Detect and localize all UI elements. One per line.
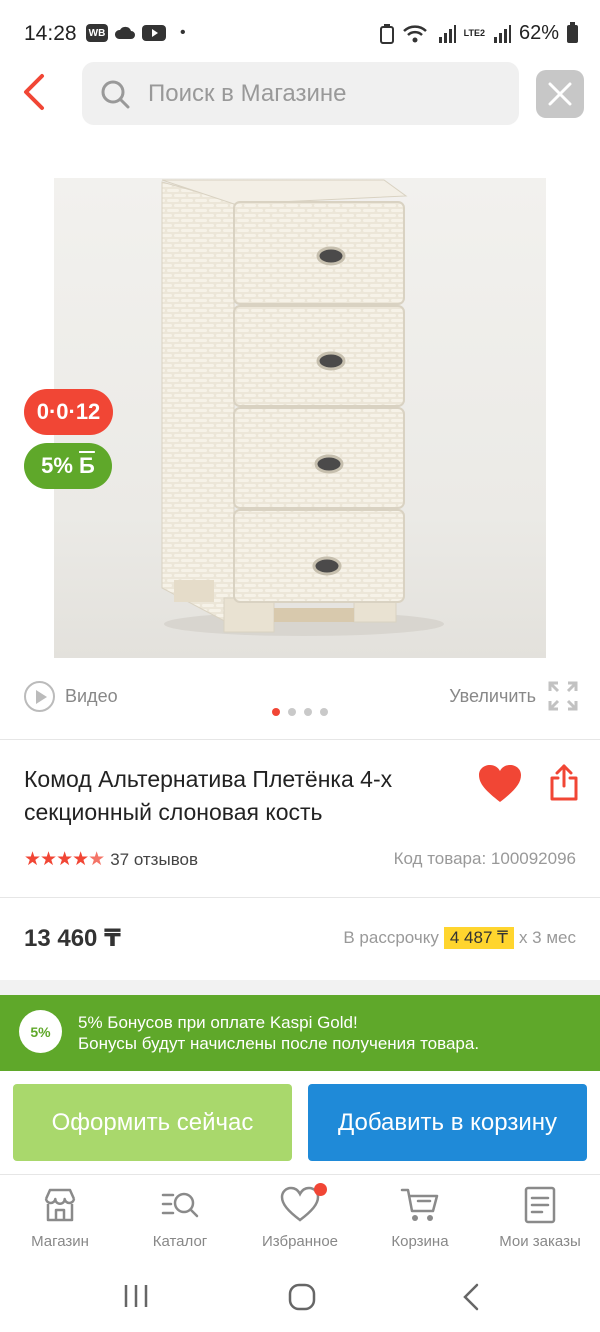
tab-label: Избранное — [261, 1233, 339, 1250]
tab-catalog[interactable]: Каталог — [120, 1175, 240, 1266]
catalog-search-icon — [161, 1192, 199, 1218]
reviews-link[interactable]: 37 отзывов — [110, 850, 198, 870]
bonus-banner[interactable]: 5% 5% Бонусов при оплате Kaspi Gold! Бон… — [0, 995, 600, 1071]
cart-icon — [400, 1188, 439, 1221]
bonus-line-1: 5% Бонусов при оплате Kaspi Gold! — [78, 1013, 358, 1032]
close-button[interactable] — [536, 70, 584, 118]
play-icon — [24, 681, 55, 712]
tab-orders[interactable]: Мои заказы — [480, 1175, 600, 1266]
installment-suffix: х 3 мес — [518, 928, 576, 947]
section-separator — [0, 980, 600, 995]
expand-icon — [548, 681, 578, 711]
notification-dot: • — [180, 24, 186, 41]
bottom-tab-bar: Магазин Каталог Избранное Корзина Мои за… — [0, 1174, 600, 1266]
product-title: Комод Альтернатива Плетёнка 4-х секционн… — [24, 766, 393, 825]
installment-amount: 4 487 ₸ — [443, 927, 514, 949]
gallery-pagination — [272, 708, 328, 716]
gallery-dot[interactable] — [272, 708, 280, 716]
battery-icon — [567, 21, 578, 43]
product-image[interactable] — [54, 178, 546, 658]
product-code: Код товара: 100092096 — [393, 849, 576, 868]
video-button[interactable]: Видео — [24, 681, 118, 712]
installment-badge: 0·0·12 — [24, 389, 113, 435]
favorite-button[interactable] — [478, 764, 522, 804]
signal-icon-2 — [493, 24, 511, 43]
gallery-dot[interactable] — [320, 708, 328, 716]
system-nav-bar — [0, 1266, 600, 1332]
back-button[interactable] — [18, 72, 54, 112]
tab-shop[interactable]: Магазин — [0, 1175, 120, 1266]
status-app-icons: WB • — [86, 24, 186, 42]
gallery-dot[interactable] — [304, 708, 312, 716]
bonus-line-2: Бонусы будут начислены после получения т… — [78, 1034, 480, 1053]
tab-favorites[interactable]: Избранное — [240, 1175, 360, 1266]
tab-label: Каталог — [152, 1233, 208, 1250]
bonus-badge-percent: 5% — [41, 453, 73, 478]
signal-icon — [438, 24, 456, 43]
installment-prefix: В рассрочку — [343, 928, 439, 947]
status-bar: 14:28 WB • LTE2 62% — [0, 0, 600, 66]
chevron-left-icon — [24, 74, 44, 110]
status-right: LTE2 62% — [379, 21, 578, 45]
tab-label: Мои заказы — [499, 1233, 581, 1250]
rating: ★★★★★ 37 отзывов — [24, 848, 198, 871]
battery-saver-icon — [379, 23, 394, 44]
wb-icon: WB — [86, 24, 108, 42]
divider — [0, 897, 600, 898]
tab-label: Корзина — [391, 1233, 449, 1250]
youtube-icon — [142, 25, 166, 41]
bonus-badge: 5% Б — [24, 443, 112, 489]
search-icon — [101, 80, 130, 108]
cloud-icon — [114, 26, 135, 39]
tab-label: Магазин — [31, 1233, 89, 1250]
wifi-icon — [402, 24, 427, 42]
search-placeholder: Поиск в Магазине — [148, 79, 347, 107]
close-icon — [548, 82, 572, 106]
notification-dot — [314, 1183, 327, 1196]
search-input[interactable]: Поиск в Магазине — [82, 62, 519, 125]
star-rating-icon: ★★★★★ — [24, 849, 105, 870]
back-nav-icon[interactable] — [460, 1282, 482, 1312]
home-icon[interactable] — [287, 1282, 317, 1312]
share-button[interactable] — [549, 762, 579, 802]
bonus-percent-badge: 5% — [19, 1010, 62, 1053]
video-label: Видео — [65, 686, 118, 706]
add-to-cart-button[interactable]: Добавить в корзину — [308, 1084, 587, 1161]
orders-icon — [524, 1186, 556, 1224]
heart-icon — [479, 765, 521, 802]
buy-now-button[interactable]: Оформить сейчас — [13, 1084, 292, 1161]
status-time: 14:28 — [24, 22, 77, 45]
gallery-dot[interactable] — [288, 708, 296, 716]
installment-info[interactable]: В рассрочку 4 487 ₸ х 3 мес — [343, 927, 576, 949]
zoom-button[interactable]: Увеличить — [449, 681, 578, 711]
tab-cart[interactable]: Корзина — [360, 1175, 480, 1266]
share-icon — [550, 764, 578, 801]
product-price: 13 460 ₸ — [24, 925, 121, 952]
zoom-label: Увеличить — [449, 685, 536, 706]
divider — [0, 739, 600, 740]
bonus-badge-currency: Б — [79, 453, 95, 478]
recent-apps-icon[interactable] — [122, 1282, 150, 1310]
lte-label: LTE2 — [463, 28, 485, 38]
battery-percent: 62% — [518, 22, 559, 44]
dresser-illustration — [161, 179, 444, 636]
shop-icon — [44, 1188, 76, 1222]
